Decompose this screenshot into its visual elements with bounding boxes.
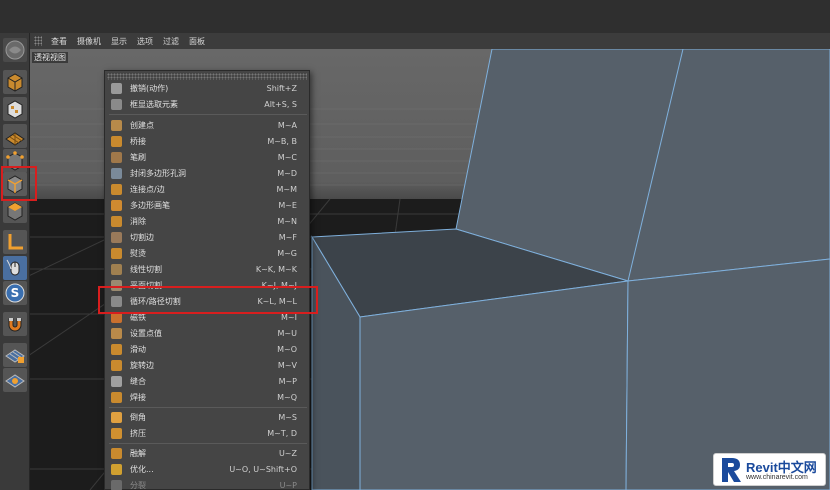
frame-selected-icon (111, 98, 122, 110)
menu-item-connect-points-edges[interactable]: 连接点/边 M~M (105, 181, 311, 197)
menu-grip (107, 73, 307, 80)
melt-icon (111, 447, 122, 459)
revit-logo-icon (722, 458, 741, 482)
snap-icon[interactable]: S (3, 281, 27, 305)
menu-view[interactable]: 查看 (46, 36, 72, 47)
watermark-logo: Revit中文网 www.chinarevit.com (713, 453, 826, 486)
create-point-icon (111, 119, 122, 131)
menu-item-optimize[interactable]: 优化... U~O, U~Shift+O (105, 461, 311, 477)
menu-item-brush[interactable]: 笔刷 M~C (105, 149, 311, 165)
menu-item-line-cut[interactable]: 线性切割 K~K, M~K (105, 261, 311, 277)
workplane-icon[interactable] (3, 124, 27, 148)
menu-item-slide[interactable]: 滑动 M~O (105, 341, 311, 357)
svg-text:S: S (11, 286, 20, 300)
viewport-menubar: 查看 摄像机 显示 选项 过滤 面板 (30, 33, 830, 49)
menu-item-split[interactable]: 分裂 U~P (105, 477, 311, 490)
model-mode-icon[interactable] (3, 70, 27, 94)
context-menu: 撤销(动作) Shift+Z 框显选取元素 Alt+S, S 创建点 M~A 桥… (104, 70, 310, 490)
stitch-icon (111, 375, 122, 387)
bridge-icon (111, 135, 122, 147)
cinema4d-window: S 查看 摄像机 显示 选项 过滤 面板 透视视图 撤销(动作) Shift+Z… (0, 0, 830, 490)
dissolve-icon (111, 215, 122, 227)
brush-icon (111, 151, 122, 163)
magnet-tool-icon[interactable] (3, 312, 27, 336)
menu-item-extrude[interactable]: 挤压 M~T, D (105, 425, 311, 441)
menu-display[interactable]: 显示 (106, 36, 132, 47)
spin-edge-icon (111, 359, 122, 371)
menu-item-close-polygon-hole[interactable]: 封闭多边形孔洞 M~D (105, 165, 311, 181)
line-cut-icon (111, 263, 122, 275)
menu-item-stitch[interactable]: 缝合 M~P (105, 373, 311, 389)
menu-item-iron[interactable]: 熨烫 M~G (105, 245, 311, 261)
viewport-label: 透视视图 (32, 52, 68, 63)
highlight-loop-path-cut (98, 286, 318, 314)
menu-filter[interactable]: 过滤 (158, 36, 184, 47)
menu-item-bevel[interactable]: 倒角 M~S (105, 409, 311, 425)
menu-separator (109, 407, 307, 408)
menu-camera[interactable]: 摄像机 (72, 36, 106, 47)
set-point-value-icon (111, 327, 122, 339)
menu-separator (109, 443, 307, 444)
menu-separator (109, 114, 307, 115)
menu-item-melt[interactable]: 融解 U~Z (105, 445, 311, 461)
menu-item-bridge[interactable]: 桥接 M~B, B (105, 133, 311, 149)
lock-workplane-icon[interactable] (3, 343, 27, 367)
top-strip (0, 0, 830, 33)
connect-points-edges-icon (111, 183, 122, 195)
menu-item-dissolve[interactable]: 消除 M~N (105, 213, 311, 229)
menu-item-spin-edge[interactable]: 旋转边 M~V (105, 357, 311, 373)
bevel-icon (111, 411, 122, 423)
grip-icon (34, 36, 42, 46)
menu-item-weld[interactable]: 焊接 M~Q (105, 389, 311, 405)
menu-item-edge-cut[interactable]: 切割边 M~F (105, 229, 311, 245)
weld-icon (111, 391, 122, 403)
split-icon (111, 479, 122, 490)
menu-item-frame-selected[interactable]: 框显选取元素 Alt+S, S (105, 96, 311, 112)
menu-item-set-point-value[interactable]: 设置点值 M~U (105, 325, 311, 341)
menu-options[interactable]: 选项 (132, 36, 158, 47)
tweak-mode-icon[interactable] (3, 256, 27, 280)
cinema-logo-icon[interactable] (3, 38, 27, 62)
watermark-url: www.chinarevit.com (746, 474, 808, 481)
optimize-icon (111, 463, 122, 475)
iron-icon (111, 247, 122, 259)
menu-item-create-point[interactable]: 创建点 M~A (105, 117, 311, 133)
edge-cut-icon (111, 231, 122, 243)
polygon-pen-icon (111, 199, 122, 211)
sofa-seat-front (359, 280, 629, 490)
highlight-edges-mode (1, 166, 37, 201)
menu-panel[interactable]: 面板 (184, 36, 210, 47)
menu-item-polygon-pen[interactable]: 多边形画笔 M~E (105, 197, 311, 213)
extrude-icon (111, 427, 122, 439)
undo-icon (111, 82, 122, 94)
menu-item-undo[interactable]: 撤销(动作) Shift+Z (105, 80, 311, 96)
axis-icon[interactable] (3, 230, 27, 254)
planar-workplane-icon[interactable] (3, 368, 27, 392)
close-polygon-hole-icon (111, 167, 122, 179)
polygons-mode-icon[interactable] (3, 199, 27, 223)
texture-mode-icon[interactable] (3, 97, 27, 121)
slide-icon (111, 343, 122, 355)
